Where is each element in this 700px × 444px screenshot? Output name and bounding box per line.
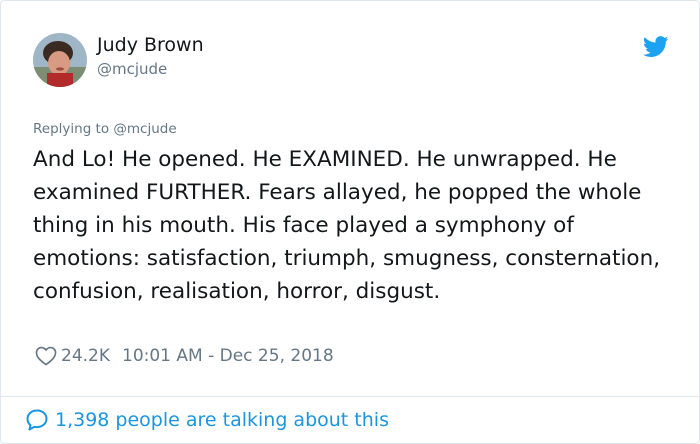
speech-bubble-icon bbox=[26, 409, 48, 431]
tweet-card: Judy Brown @mcjude Replying to @mcjude A… bbox=[0, 0, 700, 444]
like-count[interactable]: 24.2K bbox=[61, 346, 110, 366]
talking-about-link[interactable]: 1,398 people are talking about this bbox=[25, 406, 389, 434]
author-name[interactable]: Judy Brown bbox=[97, 34, 204, 56]
avatar[interactable] bbox=[33, 33, 87, 87]
author-handle[interactable]: @mcjude bbox=[97, 60, 167, 78]
tweet-text: And Lo! He opened. He EXAMINED. He unwra… bbox=[33, 147, 661, 304]
avatar-image bbox=[33, 33, 87, 87]
tweet-meta: 24.2K 10:01 AM - Dec 25, 2018 bbox=[35, 344, 334, 368]
heart-icon[interactable] bbox=[35, 346, 57, 366]
replying-to[interactable]: Replying to @mcjude bbox=[33, 121, 177, 137]
timestamp[interactable]: 10:01 AM - Dec 25, 2018 bbox=[122, 346, 334, 366]
divider bbox=[1, 396, 699, 397]
twitter-bird-icon[interactable] bbox=[642, 36, 669, 58]
talking-label: 1,398 people are talking about this bbox=[55, 409, 389, 431]
